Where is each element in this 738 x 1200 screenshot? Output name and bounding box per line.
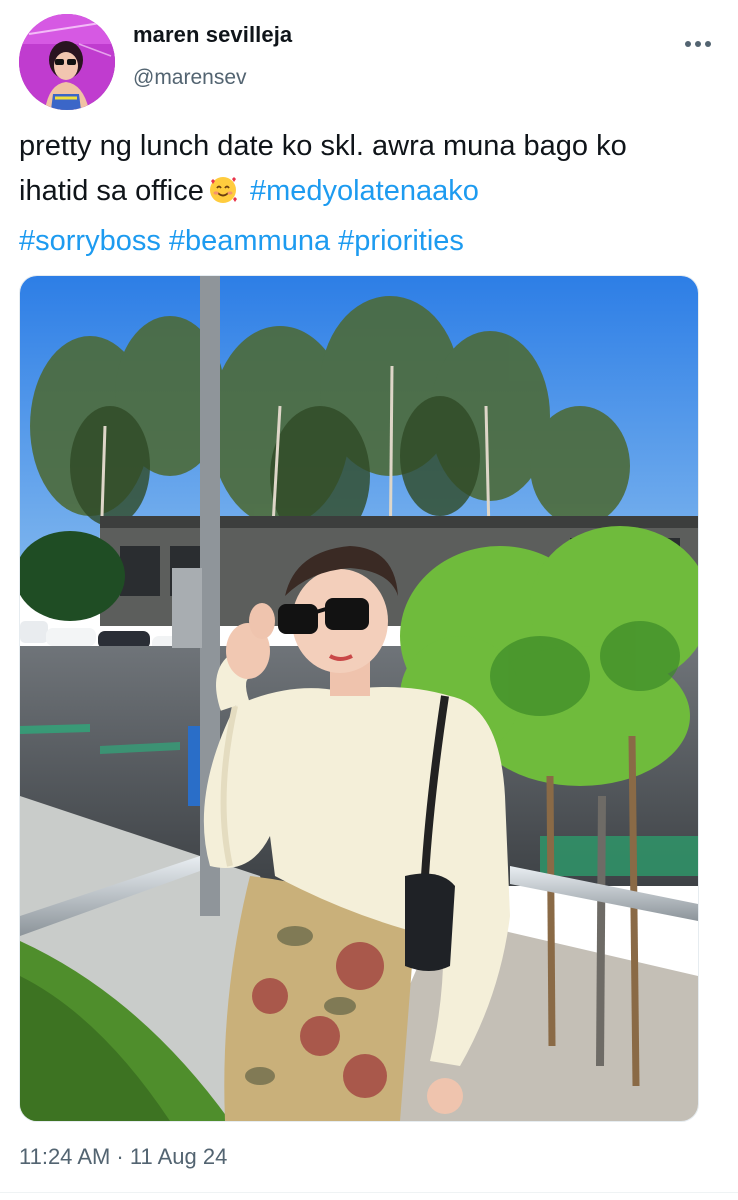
- tweet-text-segment: ihatid sa office: [19, 175, 204, 207]
- tweet-timestamp[interactable]: 11:24 AM · 11 Aug 24: [19, 1144, 227, 1170]
- photo-scene: [20, 276, 698, 1121]
- tweet-photo[interactable]: [19, 275, 699, 1122]
- avatar[interactable]: [19, 14, 115, 110]
- hashtag-link[interactable]: #medyolatenaako: [250, 175, 479, 207]
- smiling-face-with-hearts-icon: [208, 174, 238, 219]
- divider: [0, 1192, 738, 1193]
- tweet-text-line-1: pretty ng lunch date ko skl. awra muna b…: [19, 130, 627, 162]
- hashtag-link[interactable]: #sorryboss: [19, 225, 161, 257]
- user-handle[interactable]: @marensev: [133, 66, 247, 90]
- more-button[interactable]: [680, 32, 716, 56]
- hashtag-link[interactable]: #beammuna: [169, 225, 330, 257]
- tweet-card: maren sevilleja @marensev pretty ng lunc…: [0, 0, 738, 1200]
- tweet-text-line-3: #sorryboss #beammuna #priorities: [19, 219, 731, 264]
- hashtag-link[interactable]: #priorities: [338, 225, 464, 257]
- display-name[interactable]: maren sevilleja: [133, 22, 292, 48]
- more-horizontal-icon: [685, 41, 711, 47]
- tweet-text-line-2: ihatid sa office #medyolatenaako: [19, 169, 731, 219]
- profile-photo: [19, 14, 115, 110]
- tweet-text: pretty ng lunch date ko skl. awra muna b…: [19, 124, 731, 264]
